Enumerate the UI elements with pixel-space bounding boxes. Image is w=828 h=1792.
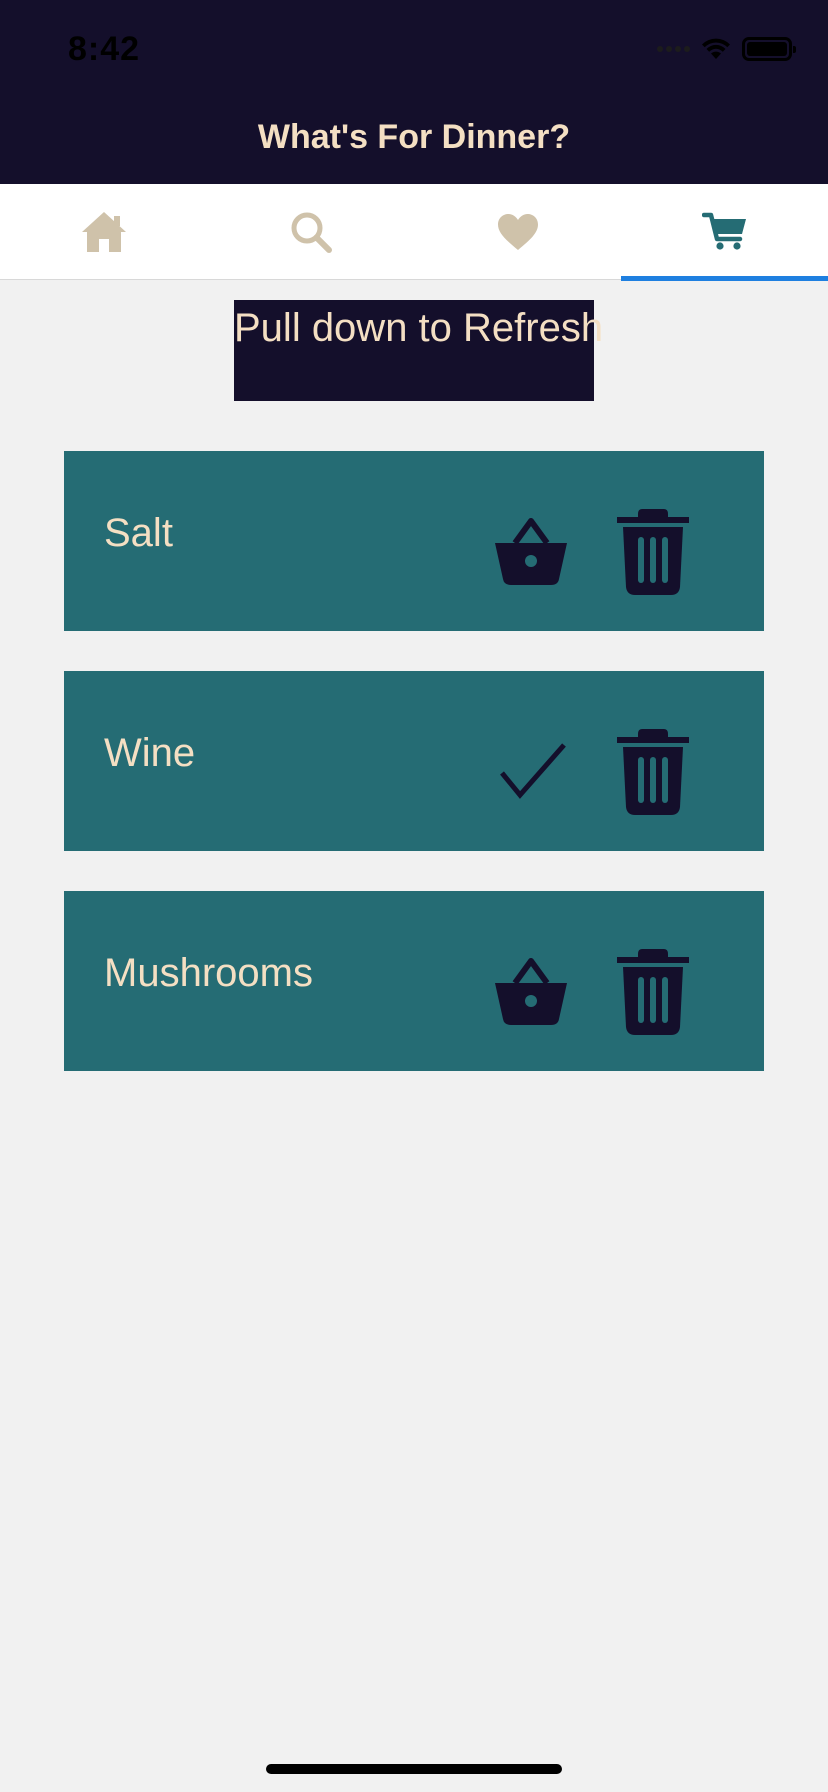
app-title: What's For Dinner? (257, 118, 571, 156)
home-icon (81, 212, 126, 252)
item-label: Mushrooms (104, 951, 313, 995)
basket-icon[interactable] (493, 515, 569, 587)
tab-favorites[interactable] (414, 184, 621, 280)
cart-icon (701, 212, 746, 250)
cellular-signal-icon (657, 46, 690, 52)
pull-to-refresh-banner: Pull down to Refresh (234, 300, 603, 401)
trash-icon[interactable] (616, 949, 690, 1035)
list-item[interactable]: Wine (64, 671, 764, 851)
trash-icon[interactable] (616, 509, 690, 595)
checkmark-icon[interactable] (498, 741, 568, 803)
item-label: Wine (104, 731, 196, 775)
tab-cart[interactable] (621, 184, 828, 281)
status-indicators (657, 34, 796, 64)
battery-icon (742, 37, 796, 61)
tab-bar (0, 184, 828, 281)
app-header: 8:42 What's For Dinner? (0, 0, 828, 184)
home-indicator[interactable] (266, 1764, 562, 1774)
tab-home[interactable] (0, 184, 207, 280)
list-item[interactable]: Mushrooms (64, 891, 764, 1071)
trash-icon[interactable] (616, 729, 690, 815)
wifi-icon (702, 38, 730, 59)
tab-search[interactable] (207, 184, 414, 280)
list-item[interactable]: Salt (64, 451, 764, 631)
heart-icon (497, 214, 538, 250)
basket-icon[interactable] (493, 955, 569, 1027)
status-time: 8:42 (68, 30, 141, 68)
search-icon (291, 212, 332, 253)
item-label: Salt (104, 511, 173, 555)
